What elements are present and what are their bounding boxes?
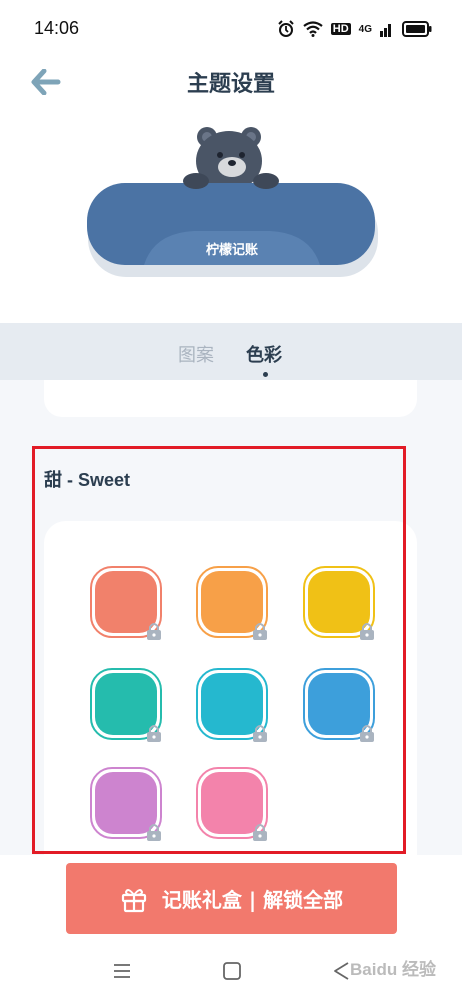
bottom-area: 记账礼盒 | 解锁全部 Baidu 经验 xyxy=(0,855,462,1004)
color-scroll-area[interactable]: 甜 - Sweet xyxy=(0,380,462,855)
gift-icon xyxy=(121,888,146,912)
section-title: 甜 - Sweet xyxy=(44,470,131,490)
system-nav-bar: Baidu 经验 xyxy=(0,955,462,995)
swatch-card xyxy=(44,521,417,855)
lock-icon xyxy=(253,725,267,742)
status-bar: 14:06 HD 4G xyxy=(0,0,462,58)
lock-icon xyxy=(360,725,374,742)
lock-icon xyxy=(253,824,267,841)
active-tab-indicator xyxy=(263,372,268,377)
previous-section-card xyxy=(44,380,417,417)
watermark: Baidu 经验 xyxy=(350,960,436,979)
tab-color[interactable]: 色彩 xyxy=(246,341,282,367)
menu-icon[interactable] xyxy=(112,961,132,981)
battery-icon xyxy=(402,21,432,37)
theme-preview: 柠檬记账 xyxy=(84,125,380,285)
bear-banner-illustration xyxy=(87,127,378,277)
lock-icon xyxy=(147,824,161,841)
lock-icon xyxy=(147,623,161,640)
preview-app-name: 柠檬记账 xyxy=(205,243,258,258)
signal-bars-icon xyxy=(380,24,391,37)
tab-bar: 图案 色彩 xyxy=(0,323,462,380)
signal-4g-icon: 4G xyxy=(358,23,372,35)
lock-icon xyxy=(360,623,374,640)
lock-icon xyxy=(147,725,161,742)
hd-icon: HD xyxy=(330,23,351,35)
wifi-icon xyxy=(303,21,323,37)
home-icon[interactable] xyxy=(222,961,242,981)
unlock-all-label: 记账礼盒 | 解锁全部 xyxy=(161,888,344,912)
tab-pattern[interactable]: 图案 xyxy=(178,341,214,367)
lock-icon xyxy=(253,623,267,640)
status-time: 14:06 xyxy=(34,18,80,38)
unlock-all-button[interactable]: 记账礼盒 | 解锁全部 xyxy=(66,863,397,934)
alarm-icon xyxy=(278,20,294,37)
page-title: 主题设置 xyxy=(186,72,275,97)
status-icons: HD 4G xyxy=(277,20,432,38)
back-triangle-icon[interactable] xyxy=(332,961,352,981)
